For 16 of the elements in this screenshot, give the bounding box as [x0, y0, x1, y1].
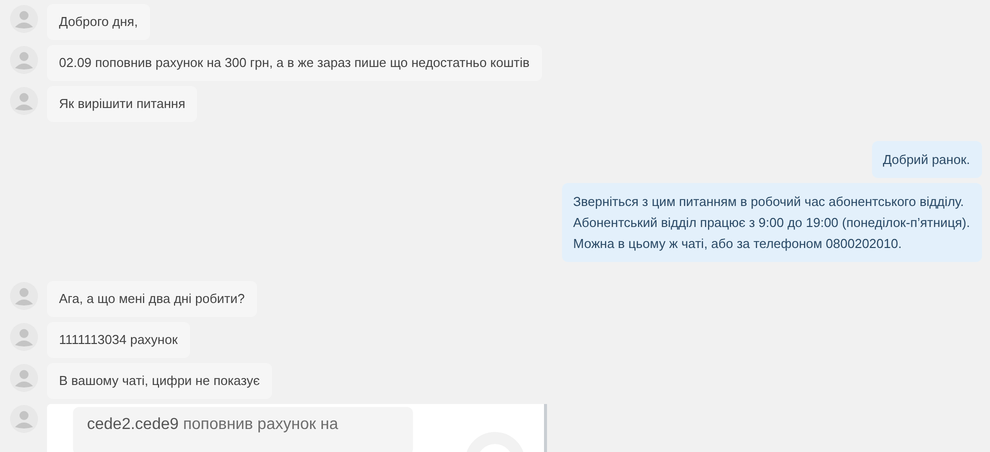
avatar-icon — [10, 323, 38, 351]
avatar-icon — [10, 5, 38, 33]
message-bubble: 1111113034 рахунок — [47, 322, 190, 358]
quoted-message-bubble: cede2.cede9 поповнив рахунок на — [73, 407, 413, 452]
avatar-icon — [10, 405, 38, 433]
avatar-icon — [10, 282, 38, 310]
message-bubble: В вашому чаті, цифри не показує — [47, 363, 272, 399]
message-bubble: 02.09 поповнив рахунок на 300 грн, а в же зараз пише що недостатньо коштів — [47, 45, 542, 81]
message-bubble: Зверніться з цим питанням в робочий час абонентського відділу. Абонентський відділ працює з 9:00 до 19:00 (понеділок-п’ятниця). Можна в цьому ж чаті, або за телефоном 0800202010. — [562, 183, 982, 262]
avatar-icon — [10, 87, 38, 115]
avatar-icon — [10, 364, 38, 392]
message-bubble: Доброго дня, — [47, 4, 150, 40]
message-bubble: Ага, а що мені два дні робити? — [47, 281, 257, 317]
message-bubble: Як вирішити питання — [47, 86, 198, 122]
avatar-icon — [10, 46, 38, 74]
message-bubble: Добрий ранок. — [872, 141, 982, 178]
